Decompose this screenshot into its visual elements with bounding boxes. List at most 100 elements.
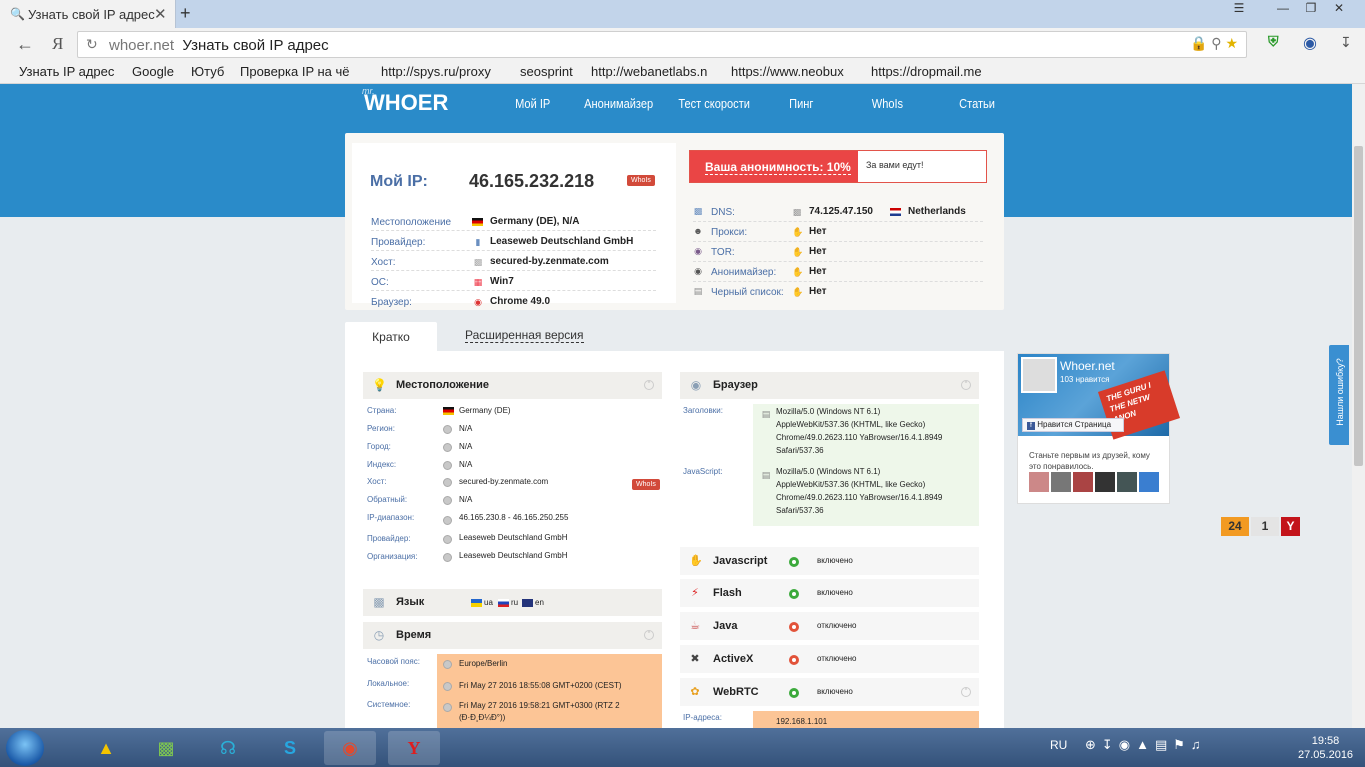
collapse-icon[interactable]: ˆ <box>644 380 654 390</box>
collapse-icon[interactable]: ˆ <box>961 687 971 697</box>
close-tab-icon[interactable]: ✕ <box>154 5 167 23</box>
bookmark-item[interactable]: https://dropmail.me <box>871 64 995 79</box>
reload-icon[interactable]: ↻ <box>86 36 98 53</box>
bookmark-item[interactable]: https://www.neobux <box>731 64 856 79</box>
collapse-icon[interactable]: ˆ <box>644 630 654 640</box>
yandex-logo-icon[interactable]: Я <box>52 34 63 54</box>
nav-speed-test[interactable]: Тест скорости <box>678 96 750 111</box>
facebook-like-button[interactable]: f Нравится Страница <box>1022 418 1124 432</box>
host-icon: ▩ <box>473 257 483 267</box>
provider-label: Провайдер: <box>371 237 426 248</box>
location-value: Germany (DE), N/A <box>490 216 580 227</box>
feature-status: отключено <box>817 654 857 663</box>
details-content: 💡 Местоположение ˆ Страна: Germany (DE) … <box>345 351 1004 728</box>
host-label: Хост: <box>371 257 396 268</box>
bookmark-item[interactable]: Узнать IP адрес <box>19 64 114 79</box>
headers-user-agent: Mozilla/5.0 (Windows NT 6.1) AppleWebKit… <box>776 407 943 455</box>
webrtc-ip-label: IP-адреса: <box>683 713 722 722</box>
system-time-icon <box>443 703 452 712</box>
start-button[interactable] <box>6 730 44 766</box>
location-panel-header[interactable]: 💡 Местоположение ˆ <box>363 372 662 399</box>
whois-badge[interactable]: WhoIs <box>632 479 660 490</box>
system-time-label: Системное: <box>367 700 411 709</box>
bookmark-item[interactable]: Ютуб <box>191 64 224 79</box>
url-text[interactable]: whoer.net Узнать свой IP адрес <box>109 37 329 54</box>
blacklist-icon: ▤ <box>693 286 703 296</box>
yandex-browser-icon[interactable]: Y <box>388 731 440 765</box>
region-icon <box>443 425 452 434</box>
feature-row-javascript: ✋ Javascript включено <box>680 547 979 576</box>
language-indicator[interactable]: RU <box>1050 738 1067 752</box>
avatar[interactable] <box>1029 472 1049 492</box>
window-controls: ☰ — ❐ ✕ <box>1225 0 1365 20</box>
nav-ping[interactable]: Пинг <box>789 96 813 111</box>
web-page: mr. WHOER Мой IP Анонимайзер Тест скорос… <box>0 84 1352 728</box>
bookmark-item[interactable]: Проверка IP на чё <box>240 64 364 79</box>
reverse-label: Обратный: <box>367 495 408 504</box>
country-label: Страна: <box>367 406 397 415</box>
window-menu-button[interactable]: ☰ <box>1225 0 1253 18</box>
browser-panel-header[interactable]: ◉ Браузер ˆ <box>680 372 979 399</box>
page-avatar[interactable] <box>1021 357 1057 393</box>
time-panel-header[interactable]: ◷ Время ˆ <box>363 622 662 649</box>
bookmark-item[interactable]: http://webanetlabs.n <box>591 64 716 79</box>
avatar[interactable] <box>1051 472 1071 492</box>
nav-whois[interactable]: WhoIs <box>872 96 903 111</box>
java-icon: ☕ <box>690 620 700 632</box>
counter-badge[interactable]: 24 <box>1221 517 1249 536</box>
nav-articles[interactable]: Статьи <box>959 96 995 111</box>
chrome-taskbar-icon[interactable]: ◉ <box>324 731 376 765</box>
feature-status: отключено <box>817 621 857 630</box>
whois-badge[interactable]: WhoIs <box>627 175 655 186</box>
nav-my-ip[interactable]: Мой IP <box>515 96 550 111</box>
avatar[interactable] <box>1095 472 1115 492</box>
shield-extension-icon[interactable]: ⛨ <box>1268 33 1286 53</box>
feature-name: ActiveX <box>713 653 754 665</box>
collapse-icon[interactable]: ˆ <box>961 380 971 390</box>
back-arrow-icon[interactable]: ← <box>16 34 34 55</box>
url-field[interactable]: ↻ whoer.net Узнать свой IP адрес 🔒 ⚲ ★ <box>77 31 1247 58</box>
aimp-icon[interactable]: ▲ <box>80 731 132 765</box>
page-scrollbar[interactable] <box>1352 84 1365 728</box>
whoer-logo[interactable]: mr. WHOER <box>358 84 448 120</box>
bookmark-item[interactable]: http://spys.ru/proxy <box>381 64 505 79</box>
dns-country: Netherlands <box>908 206 966 217</box>
download-icon[interactable]: ↧ <box>1340 34 1352 51</box>
anonymity-score[interactable]: Ваша анонимность: 10% <box>690 151 858 182</box>
tor-label: TOR: <box>711 247 735 258</box>
avatar[interactable] <box>1073 472 1093 492</box>
tray-icons[interactable]: ⊕↧◉▲▤⚑♫ <box>1085 737 1207 753</box>
tab-short[interactable]: Кратко <box>345 322 437 353</box>
skype-icon[interactable]: S <box>264 731 316 765</box>
report-error-tab[interactable]: Нашли ошибку? <box>1329 345 1349 445</box>
avatar[interactable] <box>1117 472 1137 492</box>
feature-row-webrtc[interactable]: ✿ WebRTC включено ˆ <box>680 678 979 707</box>
tor-value: Нет <box>809 246 827 257</box>
clock[interactable]: 19:58 27.05.2016 <box>1298 734 1353 762</box>
avatar[interactable] <box>1139 472 1159 492</box>
zoom-icon[interactable]: ⚲ <box>1211 35 1221 51</box>
region-label: Регион: <box>367 424 395 433</box>
bookmark-star-icon[interactable]: ★ <box>1225 35 1238 51</box>
bookmark-item[interactable]: seosprint <box>520 64 573 79</box>
browser-panel-title: Браузер <box>713 379 758 391</box>
zenmate-extension-icon[interactable]: ◉ <box>1303 33 1317 53</box>
ip-info-card: Мой IP: 46.165.232.218 WhoIs Местоположе… <box>345 133 1004 310</box>
tab-full[interactable]: Расширенная версия <box>465 328 584 343</box>
restore-button[interactable]: ❐ <box>1297 0 1325 18</box>
close-window-button[interactable]: ✕ <box>1325 0 1353 18</box>
nav-anonymizer[interactable]: Анонимайзер <box>584 96 653 111</box>
scrollbar-thumb[interactable] <box>1354 146 1363 466</box>
browser-tab[interactable]: 🔍 Узнать свой IP адрес ✕ <box>0 0 176 28</box>
javascript-user-agent: Mozilla/5.0 (Windows NT 6.1) AppleWebKit… <box>776 467 943 515</box>
headphones-icon[interactable]: ☊ <box>202 731 254 765</box>
minimize-button[interactable]: — <box>1269 0 1297 18</box>
bookmark-item[interactable]: Google <box>132 64 174 79</box>
counter-badge[interactable]: 1 <box>1251 517 1279 536</box>
search-icon: 🔍 <box>10 7 25 21</box>
new-tab-button[interactable]: + <box>180 3 191 24</box>
mp4-converter-icon[interactable]: ▩ <box>140 731 192 765</box>
yandex-metrika-icon[interactable]: Y <box>1281 517 1300 536</box>
lock-icon[interactable]: 🔒 <box>1190 35 1207 51</box>
facebook-page-name[interactable]: Whoer.net <box>1060 359 1115 373</box>
